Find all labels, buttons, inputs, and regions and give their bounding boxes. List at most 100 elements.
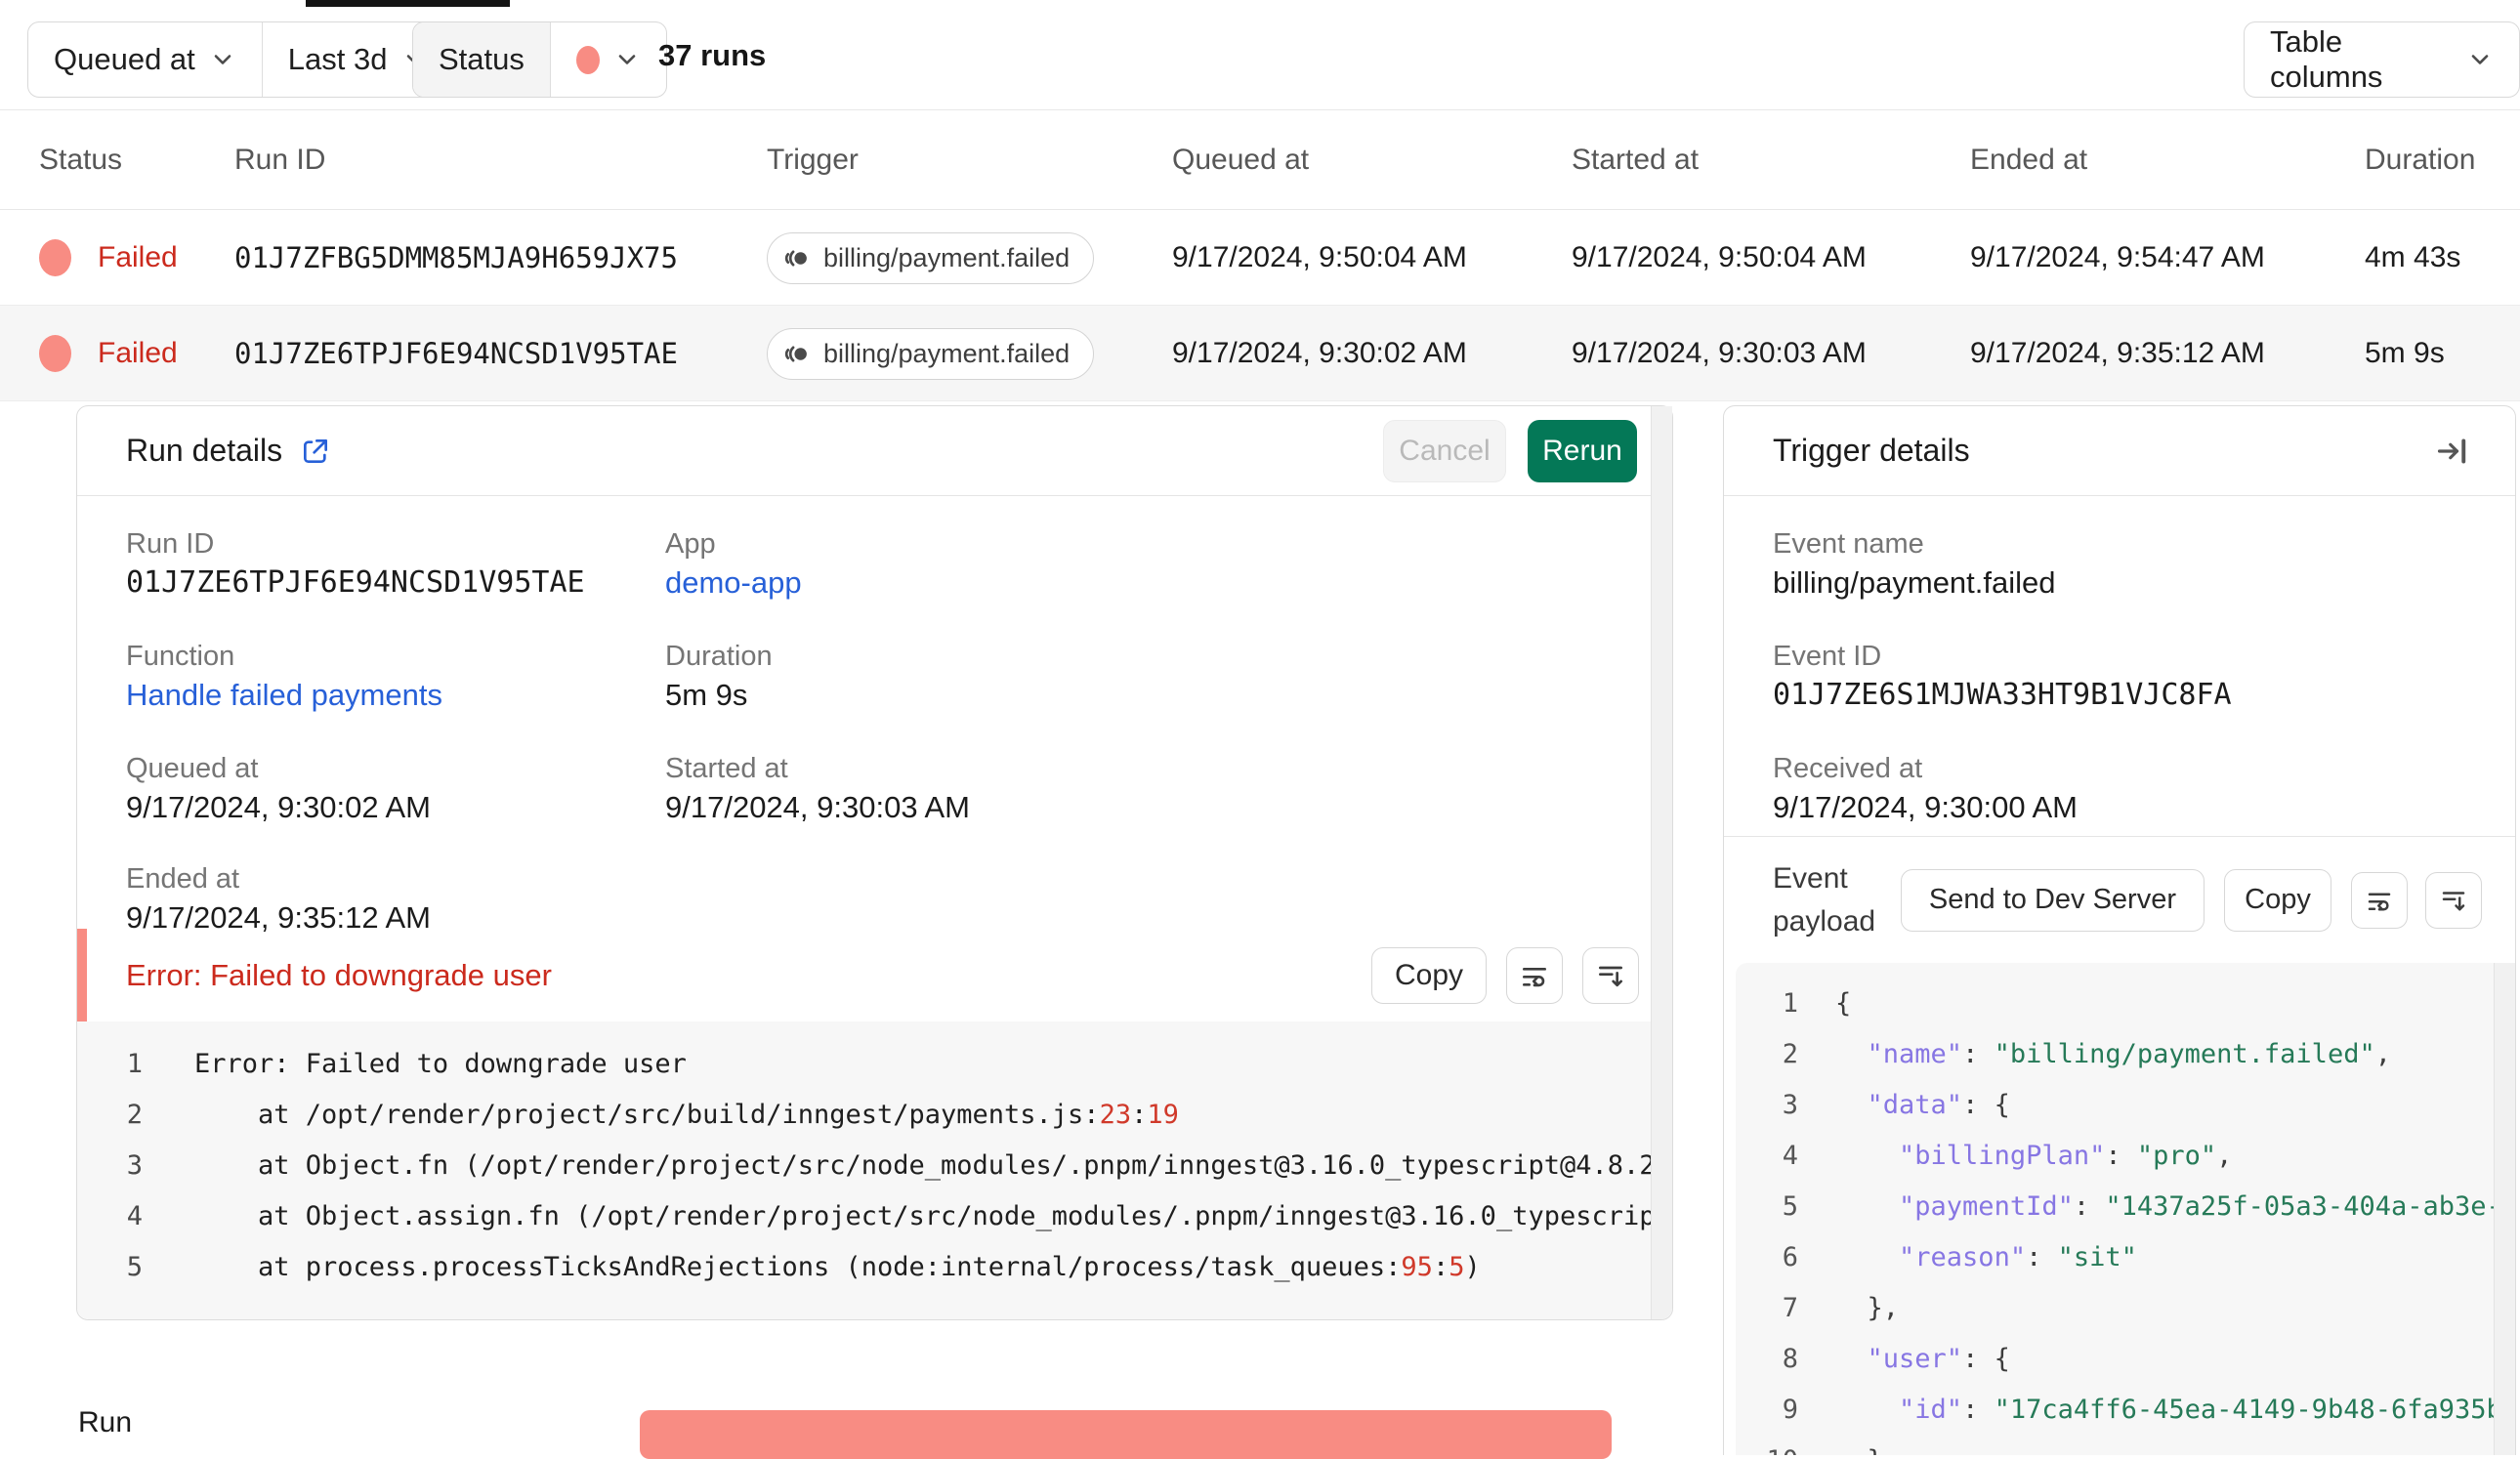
- started-at-cell: 9/17/2024, 9:30:03 AM: [1572, 337, 1867, 369]
- queued-at-label: Queued at: [126, 753, 259, 784]
- code-line: 8 "user": {: [1736, 1334, 2515, 1385]
- column-header-started-at: Started at: [1572, 144, 1700, 176]
- code-text: :: [1432, 1252, 1449, 1282]
- status-cell: Failed: [39, 306, 178, 401]
- duration-label: Duration: [665, 641, 773, 672]
- ended-at-cell: 9/17/2024, 9:54:47 AM: [1970, 241, 2265, 273]
- failed-status-dot: [39, 239, 71, 276]
- scroll-to-bottom-button[interactable]: [1582, 946, 1639, 1004]
- code-text: :: [1131, 1100, 1148, 1130]
- open-in-new-tab-icon[interactable]: [300, 436, 331, 467]
- code-text: {: [1835, 988, 1852, 1019]
- code-text: at Object.assign.fn (/opt/render/project…: [194, 1201, 1672, 1231]
- code-text: "paymentId": [1899, 1191, 2074, 1222]
- line-number: 2: [126, 1100, 143, 1130]
- code-text: :: [1962, 1039, 1995, 1069]
- payload-scroll-to-bottom-button[interactable]: [2425, 871, 2482, 929]
- event-payload-header: Event payload Send to Dev Server Copy: [1724, 836, 2515, 963]
- payload-scrollbar[interactable]: [2494, 963, 2515, 1455]
- collapse-panel-icon[interactable]: [2435, 434, 2470, 469]
- trigger-event-pill[interactable]: billing/payment.failed: [767, 327, 1095, 380]
- code-text: 5: [1449, 1252, 1465, 1282]
- code-line: 6 "reason": "sit": [1736, 1232, 2515, 1283]
- copy-error-button[interactable]: Copy: [1371, 946, 1487, 1004]
- trigger-event-pill[interactable]: billing/payment.failed: [767, 231, 1095, 284]
- chevron-down-icon: [209, 46, 236, 73]
- word-wrap-icon: [2365, 886, 2394, 915]
- trigger-event-name: billing/payment.failed: [823, 338, 1071, 368]
- line-number: 1: [1782, 988, 1798, 1019]
- trigger-cell: billing/payment.failed: [767, 306, 1095, 401]
- code-text: "1437a25f-05a3-404a-ab3e-d4e: [2105, 1191, 2515, 1222]
- time-range-filter-label: Last 3d: [287, 42, 388, 76]
- code-line: 2 at /opt/render/project/src/build/innge…: [77, 1090, 1672, 1141]
- word-wrap-icon: [1519, 960, 1550, 991]
- run-details-title: Run details: [126, 433, 283, 468]
- trigger-details-title: Trigger details: [1773, 433, 1970, 468]
- payload-word-wrap-button[interactable]: [2351, 871, 2408, 929]
- code-line: 9 "id": "17ca4ff6-45ea-4149-9b48-6fa935b…: [1736, 1385, 2515, 1436]
- line-number: 2: [1782, 1039, 1798, 1069]
- code-text: : {: [1962, 1344, 2010, 1374]
- trigger-details-header: Trigger details: [1724, 406, 2515, 496]
- code-text: "pro": [2136, 1141, 2217, 1171]
- code-text: : {: [1962, 1090, 2010, 1120]
- code-line: 5 "paymentId": "1437a25f-05a3-404a-ab3e-…: [1736, 1182, 2515, 1232]
- app-link[interactable]: demo-app: [665, 565, 802, 601]
- code-text: },: [1867, 1293, 1900, 1323]
- error-header: Error: Failed to downgrade user Copy: [77, 929, 1672, 1021]
- word-wrap-toggle-button[interactable]: [1506, 946, 1563, 1004]
- code-line: 10 }: [1736, 1436, 2515, 1455]
- table-row[interactable]: Failed 01J7ZE6TPJF6E94NCSD1V95TAE billin…: [0, 306, 2520, 401]
- code-line: 1 Error: Failed to downgrade user: [77, 1039, 1672, 1090]
- code-text: "id": [1899, 1395, 1963, 1425]
- started-at-label: Started at: [665, 753, 788, 784]
- code-text: "data": [1867, 1090, 1963, 1120]
- cancel-button[interactable]: Cancel: [1383, 419, 1506, 482]
- failed-status-dot: [39, 335, 71, 372]
- event-id-value: 01J7ZE6S1MJWA33HT9B1VJC8FA: [1773, 678, 2232, 712]
- queued-at-value: 9/17/2024, 9:30:02 AM: [126, 790, 431, 824]
- code-line: 5 at process.processTicksAndRejections (…: [77, 1242, 1672, 1293]
- status-label: Failed: [98, 337, 178, 369]
- error-stack-trace[interactable]: 1 Error: Failed to downgrade user 2 at /op…: [77, 1021, 1672, 1319]
- event-payload-json[interactable]: 1{2 "name": "billing/payment.failed", 3 "…: [1736, 963, 2515, 1455]
- status-filter-label: Status: [439, 42, 525, 76]
- trigger-cell: billing/payment.failed: [767, 210, 1095, 306]
- error-accent-bar: [77, 929, 87, 1021]
- table-columns-group: Table columns: [2244, 21, 2520, 98]
- function-link[interactable]: Handle failed payments: [126, 678, 442, 713]
- run-details-header: Run details Cancel Rerun: [77, 406, 1672, 496]
- code-text: :: [2026, 1242, 2058, 1272]
- code-text: at /opt/render/project/src/build/inngest…: [194, 1100, 1100, 1130]
- rerun-button[interactable]: Rerun: [1528, 419, 1637, 482]
- code-text: at Object.fn (/opt/render/project/src/no…: [194, 1150, 1672, 1181]
- code-line: 2 "name": "billing/payment.failed",: [1736, 1029, 2515, 1080]
- send-to-dev-server-button[interactable]: Send to Dev Server: [1900, 868, 2205, 932]
- event-payload-title: Event payload: [1773, 861, 1876, 938]
- status-filter-value-button[interactable]: [549, 22, 666, 97]
- code-text: ,: [2216, 1141, 2233, 1171]
- table-row[interactable]: Failed 01J7ZFBG5DMM85MJA9H659JX75 billin…: [0, 210, 2520, 306]
- run-timeline-bar[interactable]: [640, 1410, 1612, 1459]
- error-code-scrollbar[interactable]: [1651, 406, 1672, 1319]
- queued-at-cell: 9/17/2024, 9:30:02 AM: [1172, 337, 1467, 369]
- line-number: 10: [1736, 1436, 1798, 1455]
- queued-at-filter-button[interactable]: Queued at: [28, 22, 262, 97]
- code-text: 23: [1099, 1100, 1132, 1130]
- copy-payload-button[interactable]: Copy: [2224, 868, 2331, 932]
- received-at-label: Received at: [1773, 753, 1923, 784]
- runs-count: 37 runs: [658, 37, 767, 72]
- table-columns-button[interactable]: Table columns: [2245, 22, 2519, 97]
- started-at-cell: 9/17/2024, 9:50:04 AM: [1572, 241, 1867, 273]
- line-number: 1: [126, 1049, 143, 1079]
- run-id-label: Run ID: [126, 528, 215, 560]
- trigger-details-panel: Trigger details Event name billing/payme…: [1723, 405, 2516, 1455]
- duration-cell: 4m 43s: [2365, 241, 2461, 273]
- status-filter-label-segment: Status: [413, 22, 550, 97]
